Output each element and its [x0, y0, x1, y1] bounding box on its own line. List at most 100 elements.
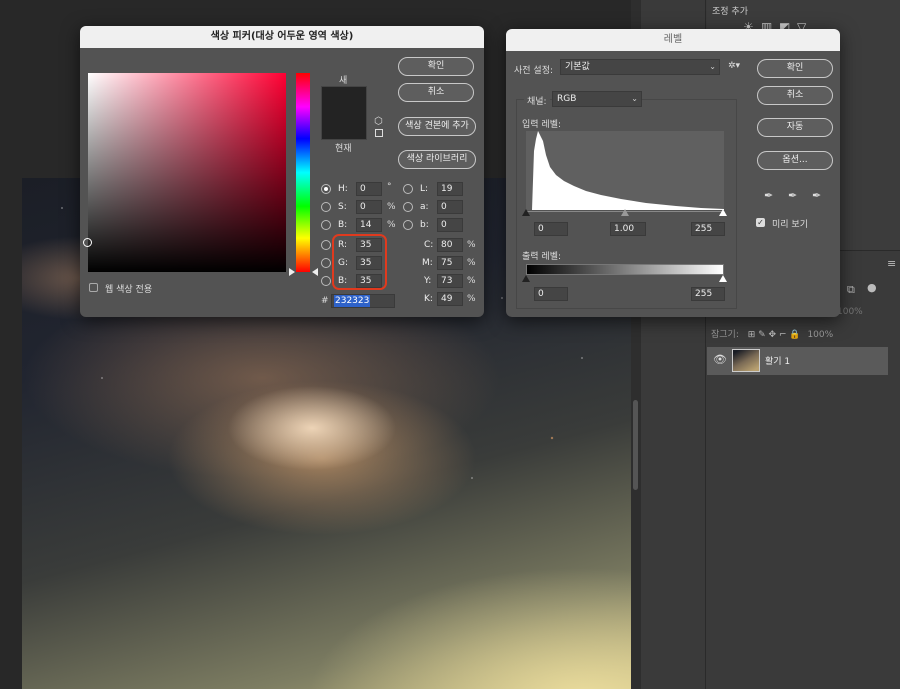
fill-value[interactable]: 100% — [807, 330, 833, 340]
gray-point-eyedropper-icon[interactable]: ✒ — [788, 189, 797, 202]
color-picker-title: 색상 피커(대상 어두운 영역 색상) — [80, 26, 484, 48]
lab-b-field[interactable]: 0 — [437, 218, 463, 232]
input-black-handle[interactable] — [522, 209, 530, 216]
add-to-swatches-button[interactable]: 색상 견본에 추가 — [398, 117, 476, 136]
layer-thumbnail — [732, 349, 760, 372]
visibility-eye-icon[interactable]: 👁 — [713, 353, 727, 366]
b-field[interactable]: 14 — [356, 218, 382, 232]
black-point-eyedropper-icon[interactable]: ✒ — [764, 189, 773, 202]
l-label: L: — [420, 184, 429, 194]
m-field[interactable]: 75 — [437, 256, 463, 270]
input-white-handle[interactable] — [719, 209, 727, 216]
layer-name[interactable]: 활기 1 — [765, 354, 790, 367]
cp-cancel-button[interactable]: 취소 — [398, 83, 474, 102]
a-field[interactable]: 0 — [437, 200, 463, 214]
a-label: a: — [420, 202, 429, 212]
h-field[interactable]: 0 — [356, 182, 382, 196]
new-color-label: 새 — [339, 76, 348, 86]
output-gradient-bar — [526, 264, 724, 275]
radio-g[interactable] — [321, 258, 331, 268]
levels-ok-button[interactable]: 확인 — [757, 59, 833, 78]
chevron-down-icon: ⌄ — [631, 94, 638, 103]
hue-arrow-left[interactable] — [289, 268, 295, 276]
radio-b[interactable] — [321, 220, 331, 230]
preset-select[interactable]: 기본값 ⌄ — [560, 59, 720, 75]
levels-title: 레벨 — [506, 29, 840, 51]
color-libraries-button[interactable]: 색상 라이브러리 — [398, 150, 476, 169]
m-unit: % — [467, 258, 476, 268]
histogram-graph — [526, 131, 724, 210]
preview-label: 미리 보기 — [772, 220, 808, 230]
filter-toggle-icon[interactable]: ● — [867, 281, 877, 294]
channel-select[interactable]: RGB ⌄ — [552, 91, 642, 107]
histogram — [526, 131, 724, 210]
k-label: K: — [424, 294, 433, 304]
output-white-handle[interactable] — [719, 275, 727, 282]
current-color-label: 현재 — [335, 144, 352, 154]
channel-label: 채널: — [524, 94, 550, 107]
layer-filter-icon[interactable]: ⧉ — [847, 283, 855, 297]
hex-hash-label: # — [321, 296, 329, 306]
lock-label: 잠그기: — [711, 330, 739, 340]
h-label: H: — [338, 184, 348, 194]
k-unit: % — [467, 294, 476, 304]
input-gamma-handle[interactable] — [621, 209, 629, 216]
s-field[interactable]: 0 — [356, 200, 382, 214]
radio-l[interactable] — [403, 184, 413, 194]
s-unit: % — [387, 202, 396, 212]
color-field-cursor[interactable] — [83, 238, 92, 247]
levels-auto-button[interactable]: 자동 — [757, 118, 833, 137]
k-field[interactable]: 49 — [437, 292, 463, 306]
y-field[interactable]: 73 — [437, 274, 463, 288]
websafe-checkbox[interactable] — [89, 283, 98, 292]
input-white-field[interactable]: 255 — [691, 222, 725, 236]
output-black-field[interactable]: 0 — [534, 287, 568, 301]
saturation-brightness-field[interactable] — [83, 73, 286, 272]
cp-ok-button[interactable]: 확인 — [398, 57, 474, 76]
channel-value: RGB — [557, 94, 577, 104]
radio-blue[interactable] — [321, 276, 331, 286]
panel-menu-icon[interactable]: ≡ — [887, 257, 896, 270]
y-unit: % — [467, 276, 476, 286]
radio-s[interactable] — [321, 202, 331, 212]
c-field[interactable]: 80 — [437, 238, 463, 252]
input-gamma-field[interactable]: 1.00 — [610, 222, 646, 236]
radio-r[interactable] — [321, 240, 331, 250]
hue-arrow-right[interactable] — [312, 268, 318, 276]
radio-lab-b[interactable] — [403, 220, 413, 230]
white-point-eyedropper-icon[interactable]: ✒ — [812, 189, 821, 202]
c-unit: % — [467, 240, 476, 250]
color-picker-dialog: 색상 피커(대상 어두운 영역 색상) 새 현재 ⬡ 확인 취소 색상 견본에 … — [80, 26, 484, 317]
websafe-square-icon[interactable] — [375, 129, 383, 137]
radio-h[interactable] — [321, 184, 331, 194]
l-field[interactable]: 19 — [437, 182, 463, 196]
input-levels-label: 입력 레벨: — [522, 120, 562, 130]
h-unit: ° — [387, 182, 392, 192]
photoshop-workspace: 조정 추가 ☀ ▥ ◩ ▽ ≡ ⧉ ● 100% 잠그기: ⊞ ✎ ✥ ⌐ 🔒 … — [0, 0, 900, 689]
b-unit: % — [387, 220, 396, 230]
preview-checkbox[interactable]: ✓ — [756, 218, 765, 227]
scrollbar-thumb[interactable] — [633, 400, 638, 490]
preset-label: 사전 설정: — [514, 66, 554, 76]
b-label: B: — [338, 220, 348, 230]
gear-icon[interactable]: ✲▾ — [728, 61, 740, 71]
output-black-handle[interactable] — [522, 275, 530, 282]
lab-b-label: b: — [420, 220, 429, 230]
levels-cancel-button[interactable]: 취소 — [757, 86, 833, 105]
layer-row[interactable]: 👁 활기 1 — [707, 347, 888, 375]
hex-field[interactable]: 232323 — [331, 294, 395, 308]
out-of-gamut-cube-icon[interactable]: ⬡ — [374, 116, 383, 127]
websafe-label: 웹 색상 전용 — [105, 285, 153, 295]
color-swatch-preview — [321, 86, 367, 140]
hex-value[interactable]: 232323 — [334, 295, 371, 307]
hue-slider[interactable] — [296, 73, 310, 272]
lock-icons[interactable]: ⊞ ✎ ✥ ⌐ 🔒 — [748, 330, 801, 340]
lock-row: 잠그기: ⊞ ✎ ✥ ⌐ 🔒 100% — [707, 325, 900, 345]
opacity-value[interactable]: 100% — [837, 307, 863, 317]
radio-a[interactable] — [403, 202, 413, 212]
output-white-field[interactable]: 255 — [691, 287, 725, 301]
levels-options-button[interactable]: 옵션... — [757, 151, 833, 170]
m-label: M: — [422, 258, 433, 268]
s-label: S: — [338, 202, 347, 212]
input-black-field[interactable]: 0 — [534, 222, 568, 236]
